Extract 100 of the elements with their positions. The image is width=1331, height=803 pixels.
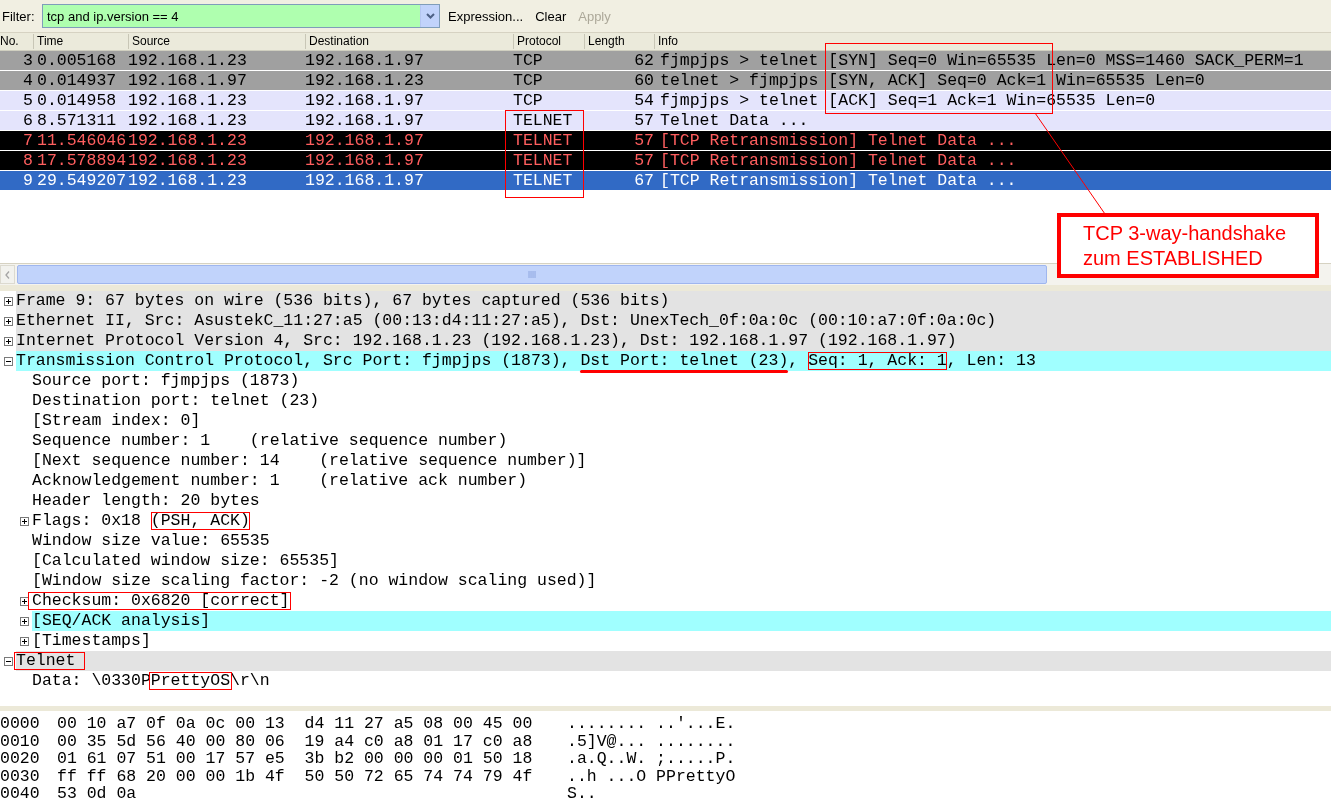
dropdown-button[interactable] — [420, 5, 439, 27]
packet-cell-text: [TCP Retransmission] Telnet Data ... — [659, 171, 1018, 190]
expand-icon[interactable] — [20, 636, 29, 646]
packet-cell-text: [TCP Retransmission] Telnet Data ... — [659, 151, 1018, 170]
packet-cell-text: 62 — [633, 51, 654, 70]
hex-bytes: 01 61 07 51 00 17 57 e5 3b b2 00 00 00 01 50 18 — [57, 750, 534, 768]
tree-item[interactable]: [Window size scaling factor: -2 (no window scaling used)] — [32, 571, 597, 590]
packet-row[interactable]: 8 17.578894192.168.1.23 192.168.1.97 TELNET 57 [TCP Retransmission] Telnet Data ... — [0, 151, 1331, 171]
packet-cell-text: 4 — [22, 71, 33, 90]
tree-item[interactable]: Acknowledgement number: 1 (relative ack number) — [32, 471, 528, 490]
tree-item[interactable]: [Timestamps] — [32, 631, 151, 650]
expand-icon[interactable] — [4, 336, 13, 346]
hex-offset: 0000 — [0, 715, 41, 733]
tree-item[interactable]: Telnet — [16, 651, 76, 670]
packet-cell-text: 67 — [633, 171, 654, 190]
packet-cell-text: 192.168.1.97 — [305, 151, 425, 170]
tree-item[interactable]: Source port: fjmpjps (1873) — [32, 371, 300, 390]
column-header[interactable]: Protocol — [513, 34, 584, 49]
packet-cell-text: 8.571311 — [36, 111, 118, 130]
packet-cell-text: 0.005168 — [36, 51, 118, 70]
packet-cell-text: TELNET — [513, 111, 574, 130]
packet-cell-text: 6 — [22, 111, 33, 130]
packet-cell-text: 60 — [633, 71, 654, 90]
packet-row[interactable]: 7 11.546046 192.168.1.23 192.168.1.97 TELNET 57 [TCP Retransmission] Telnet Data ... — [0, 131, 1331, 151]
hex-bytes: 53 0d 0a — [57, 785, 138, 803]
hex-bytes: 00 35 5d 56 40 00 80 06 19 a4 c0 a8 01 17 c0 a8 — [57, 732, 534, 750]
scrollbar-thumb[interactable] — [17, 265, 1047, 284]
tree-item[interactable]: Destination port: telnet (23) — [32, 391, 320, 410]
tree-item[interactable]: Checksum: 0x6820 [correct] — [32, 591, 290, 610]
ascii-text: .a.Q..W. ;.....P. — [567, 750, 737, 768]
column-header[interactable]: No. — [0, 34, 33, 49]
packet-cell-text: 5 — [22, 91, 33, 110]
column-header[interactable]: Time — [33, 34, 128, 49]
expand-icon[interactable] — [4, 316, 13, 326]
packet-cell-text: 192.168.1.23 — [128, 111, 248, 130]
expand-icon[interactable] — [20, 516, 29, 526]
chevron-down-icon — [425, 13, 435, 19]
highlight-box — [14, 652, 86, 670]
packet-cell-text: 192.168.1.97 — [305, 91, 425, 110]
ascii-text: ........ ..'...E. — [567, 715, 737, 733]
packet-cell-text: 17.578894 — [36, 151, 128, 170]
column-header[interactable]: Source — [128, 34, 305, 49]
column-header[interactable]: Destination — [305, 34, 513, 49]
ascii-text: ..h ...O PPrettyO — [567, 767, 737, 785]
packet-cell-text: 192.168.1.97 — [305, 111, 425, 130]
tree-item[interactable]: [Calculated window size: 65535] — [32, 551, 339, 570]
toolbar-button[interactable]: Clear — [529, 8, 573, 24]
packet-cell-text: 192.168.1.23 — [128, 51, 248, 70]
packet-row[interactable]: 9 29.549207 192.168.1.23 192.168.1.97 TELNET 67 [TCP Retransmission] Telnet Data ... — [0, 171, 1331, 191]
packet-cell-text: 29.549207 — [36, 171, 128, 190]
toolbar-button[interactable]: Expression... — [442, 8, 530, 24]
hex-offset: 0040 — [0, 785, 41, 803]
packet-cell-text: 0.014937 — [36, 71, 118, 90]
expand-icon[interactable] — [20, 596, 29, 606]
packet-cell-text: 192.168.1.23 — [305, 71, 425, 90]
hex-offset: 0020 — [0, 750, 41, 768]
packet-row[interactable]: 4 0.014937 192.168.1.97 192.168.1.23 TCP 60 telnet > fjmpjps [SYN, ACK] Seq=0 Ack=1 Win=65535 Len=0 — [0, 71, 1331, 91]
packet-cell-text: 192.168.1.97 — [305, 51, 425, 70]
expand-icon[interactable] — [20, 616, 29, 626]
packet-cell-text: Telnet Data ... — [659, 111, 810, 130]
packet-cell-text: 192.168.1.23 — [128, 131, 248, 150]
tree-item[interactable]: Header length: 20 bytes — [32, 491, 260, 510]
collapse-icon[interactable] — [4, 356, 13, 366]
packet-cell-text: TELNET — [513, 131, 574, 150]
packet-row[interactable]: 6 8.571311 192.168.1.23 192.168.1.97 TELNET 57 Telnet Data ... — [0, 111, 1331, 131]
packet-cell-text: TCP — [513, 71, 544, 90]
tree-item[interactable]: Window size value: 65535 — [32, 531, 270, 550]
packet-cell-text: 8 — [22, 151, 33, 170]
packet-cell-text: 192.168.1.97 — [128, 71, 248, 90]
packet-cell-text: TCP — [513, 51, 544, 70]
callout-text: TCP 3-way-handshake zum ESTABLISHED — [1083, 221, 1288, 271]
packet-cell-text: 54 — [633, 91, 654, 110]
packet-cell-text: 11.546046 — [36, 131, 128, 150]
hex-bytes: 00 10 a7 0f 0a 0c 00 13 d4 11 27 a5 08 00 45 00 — [57, 715, 534, 733]
ascii-text: S.. — [567, 785, 598, 803]
packet-cell-text: 57 — [633, 151, 654, 170]
ascii-text: .5]V@... ........ — [567, 732, 737, 750]
packet-cell-text: [TCP Retransmission] Telnet Data ... — [659, 131, 1018, 150]
column-header[interactable]: Info — [654, 34, 1331, 49]
expand-icon[interactable] — [4, 296, 13, 306]
column-header[interactable]: Length — [584, 34, 654, 49]
packet-cell-text: 7 — [22, 131, 33, 150]
tree-item[interactable]: Sequence number: 1 (relative sequence number) — [32, 431, 508, 450]
packet-cell-text: 192.168.1.97 — [305, 171, 425, 190]
grip-icon — [527, 271, 537, 278]
packet-cell-text: 57 — [633, 131, 654, 150]
tree-item[interactable]: [Next sequence number: 14 (relative sequence number)] — [32, 451, 587, 470]
filter-label: Filter: — [1, 8, 36, 24]
tree-item[interactable]: Flags: 0x18 (PSH, ACK) — [32, 511, 250, 530]
tree-item[interactable]: [Stream index: 0] — [32, 411, 201, 430]
packet-cell-text: TELNET — [513, 151, 574, 170]
packet-cell-text: 3 — [22, 51, 33, 70]
tree-item[interactable]: [SEQ/ACK analysis] — [32, 611, 211, 630]
chevron-left-icon — [5, 270, 10, 279]
hex-offset: 0010 — [0, 732, 41, 750]
packet-cell-text: 9 — [22, 171, 33, 190]
packet-cell-text: 192.168.1.23 — [128, 171, 248, 190]
collapse-icon[interactable] — [4, 656, 13, 666]
hex-bytes: ff ff 68 20 00 00 1b 4f 50 50 72 65 74 74 79 4f — [57, 767, 534, 785]
packet-cell-text: 57 — [633, 111, 654, 130]
